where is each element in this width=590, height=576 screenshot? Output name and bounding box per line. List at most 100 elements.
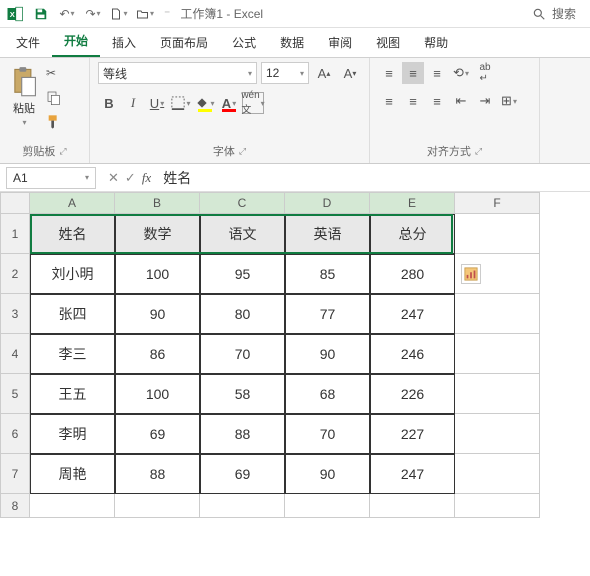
align-bottom-icon[interactable]: ≡	[426, 62, 448, 84]
merge-cells-icon[interactable]: ⊞▾	[498, 90, 520, 112]
cancel-formula-icon[interactable]: ✕	[108, 170, 119, 186]
cell-F6[interactable]	[455, 414, 540, 454]
font-size-select[interactable]: 12▾	[261, 62, 309, 84]
dialog-launcher-icon[interactable]: ⤢	[59, 146, 66, 157]
cell-A6[interactable]: 李明	[30, 414, 115, 454]
cell-A1[interactable]: 姓名	[30, 214, 115, 254]
cell-A5[interactable]: 王五	[30, 374, 115, 414]
row-header-1[interactable]: 1	[0, 214, 30, 254]
dialog-launcher-icon[interactable]: ⤢	[475, 146, 482, 157]
tab-开始[interactable]: 开始	[52, 26, 100, 57]
cell-F7[interactable]	[455, 454, 540, 494]
tab-数据[interactable]: 数据	[268, 28, 316, 57]
cell-D2[interactable]: 85	[285, 254, 370, 294]
spreadsheet-grid[interactable]: ABCDEF1姓名数学语文英语总分2刘小明10095852803张四908077…	[0, 192, 590, 518]
paste-button[interactable]: 粘贴 ▾	[8, 62, 40, 141]
increase-indent-icon[interactable]: ⇥	[474, 90, 496, 112]
row-header-2[interactable]: 2	[0, 254, 30, 294]
cell-A3[interactable]: 张四	[30, 294, 115, 334]
quick-analysis-icon[interactable]	[461, 264, 481, 284]
cell-C3[interactable]: 80	[200, 294, 285, 334]
fx-icon[interactable]: fx	[142, 170, 151, 186]
bold-button[interactable]: B	[98, 92, 120, 114]
cell-A4[interactable]: 李三	[30, 334, 115, 374]
border-button[interactable]: ▾	[170, 92, 192, 114]
enter-formula-icon[interactable]: ✓	[125, 170, 136, 186]
cell-F8[interactable]	[455, 494, 540, 518]
cell-C1[interactable]: 语文	[200, 214, 285, 254]
cell-E7[interactable]: 247	[370, 454, 455, 494]
phonetic-button[interactable]: wén文▾	[242, 92, 264, 114]
save-icon[interactable]	[32, 5, 50, 23]
decrease-font-icon[interactable]: A▾	[339, 62, 361, 84]
cell-F5[interactable]	[455, 374, 540, 414]
cell-D1[interactable]: 英语	[285, 214, 370, 254]
format-painter-icon[interactable]	[46, 114, 66, 132]
decrease-indent-icon[interactable]: ⇤	[450, 90, 472, 112]
tab-审阅[interactable]: 审阅	[316, 28, 364, 57]
cell-B1[interactable]: 数学	[115, 214, 200, 254]
cell-E2[interactable]: 280	[370, 254, 455, 294]
cell-A2[interactable]: 刘小明	[30, 254, 115, 294]
cell-C4[interactable]: 70	[200, 334, 285, 374]
row-header-6[interactable]: 6	[0, 414, 30, 454]
open-folder-icon[interactable]: ▾	[136, 5, 154, 23]
search-box[interactable]: 搜索	[524, 3, 584, 24]
cell-D4[interactable]: 90	[285, 334, 370, 374]
cell-B2[interactable]: 100	[115, 254, 200, 294]
tab-帮助[interactable]: 帮助	[412, 28, 460, 57]
cell-D8[interactable]	[285, 494, 370, 518]
row-header-7[interactable]: 7	[0, 454, 30, 494]
col-header-D[interactable]: D	[285, 192, 370, 214]
cell-D6[interactable]: 70	[285, 414, 370, 454]
cell-C2[interactable]: 95	[200, 254, 285, 294]
font-color-button[interactable]: A▾	[218, 92, 240, 114]
redo-icon[interactable]: ↷▾	[84, 5, 102, 23]
formula-bar[interactable]: 姓名	[163, 168, 191, 188]
cell-C7[interactable]: 69	[200, 454, 285, 494]
name-box[interactable]: A1▾	[6, 167, 96, 189]
italic-button[interactable]: I	[122, 92, 144, 114]
row-header-3[interactable]: 3	[0, 294, 30, 334]
cell-F4[interactable]	[455, 334, 540, 374]
align-left-icon[interactable]: ≡	[378, 90, 400, 112]
cell-E6[interactable]: 227	[370, 414, 455, 454]
col-header-A[interactable]: A	[30, 192, 115, 214]
tab-公式[interactable]: 公式	[220, 28, 268, 57]
cell-D5[interactable]: 68	[285, 374, 370, 414]
cell-B7[interactable]: 88	[115, 454, 200, 494]
row-header-4[interactable]: 4	[0, 334, 30, 374]
cut-icon[interactable]: ✂	[46, 66, 66, 84]
cell-C6[interactable]: 88	[200, 414, 285, 454]
row-header-5[interactable]: 5	[0, 374, 30, 414]
tab-页面布局[interactable]: 页面布局	[148, 28, 220, 57]
cell-C8[interactable]	[200, 494, 285, 518]
cell-E4[interactable]: 246	[370, 334, 455, 374]
undo-icon[interactable]: ↶▾	[58, 5, 76, 23]
dialog-launcher-icon[interactable]: ⤢	[239, 146, 246, 157]
cell-D3[interactable]: 77	[285, 294, 370, 334]
cell-E5[interactable]: 226	[370, 374, 455, 414]
col-header-C[interactable]: C	[200, 192, 285, 214]
align-center-icon[interactable]: ≡	[402, 90, 424, 112]
cell-B8[interactable]	[115, 494, 200, 518]
tab-视图[interactable]: 视图	[364, 28, 412, 57]
tab-插入[interactable]: 插入	[100, 28, 148, 57]
cell-F1[interactable]	[455, 214, 540, 254]
align-middle-icon[interactable]: ≡	[402, 62, 424, 84]
fill-color-button[interactable]: ▾	[194, 92, 216, 114]
col-header-E[interactable]: E	[370, 192, 455, 214]
tab-文件[interactable]: 文件	[4, 28, 52, 57]
increase-font-icon[interactable]: A▴	[313, 62, 335, 84]
cell-B4[interactable]: 86	[115, 334, 200, 374]
cell-B3[interactable]: 90	[115, 294, 200, 334]
select-all-corner[interactable]	[0, 192, 30, 214]
cell-B5[interactable]: 100	[115, 374, 200, 414]
cell-E3[interactable]: 247	[370, 294, 455, 334]
cell-E8[interactable]	[370, 494, 455, 518]
col-header-B[interactable]: B	[115, 192, 200, 214]
cell-F3[interactable]	[455, 294, 540, 334]
align-right-icon[interactable]: ≡	[426, 90, 448, 112]
cell-A7[interactable]: 周艳	[30, 454, 115, 494]
col-header-F[interactable]: F	[455, 192, 540, 214]
